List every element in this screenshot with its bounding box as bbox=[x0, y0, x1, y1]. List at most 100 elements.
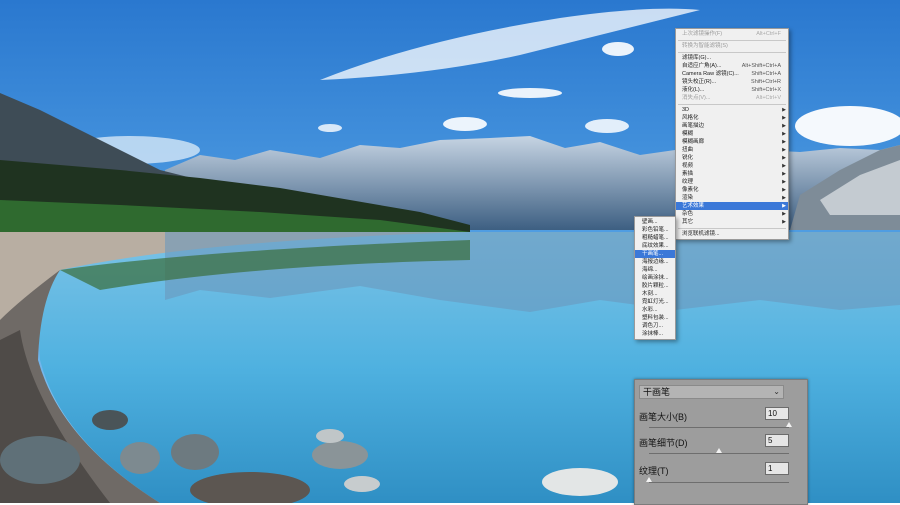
filter-menu-item-label: 渲染 bbox=[682, 195, 694, 201]
artistic-menu-item[interactable]: 彩色铅笔... bbox=[635, 226, 675, 234]
texture-label: 纹理(T) bbox=[639, 466, 669, 476]
artistic-menu-item[interactable]: 绘画涂抹... bbox=[635, 274, 675, 282]
filter-menu-item[interactable]: 镜头校正(R)... Shift+Ctrl+R bbox=[676, 78, 788, 86]
artistic-menu-item[interactable]: 海绵... bbox=[635, 266, 675, 274]
brush-size-slider[interactable] bbox=[649, 427, 789, 428]
artistic-menu-item[interactable]: 水彩... bbox=[635, 306, 675, 314]
artistic-menu-item[interactable]: 塑料包装... bbox=[635, 314, 675, 322]
artistic-menu-item-label: 干画笔... bbox=[642, 251, 664, 257]
brush-size-input[interactable]: 10 bbox=[765, 407, 789, 420]
filter-menu-item-label: 像素化 bbox=[682, 187, 699, 193]
filter-menu-item[interactable]: 艺术效果 ▶ bbox=[676, 202, 788, 210]
submenu-arrow-icon: ▶ bbox=[782, 171, 786, 177]
submenu-arrow-icon: ▶ bbox=[782, 179, 786, 185]
artistic-menu-item-label: 绘画涂抹... bbox=[642, 275, 669, 281]
submenu-arrow-icon: ▶ bbox=[782, 187, 786, 193]
texture-field: 纹理(T) 1 bbox=[635, 458, 807, 500]
brush-detail-input[interactable]: 5 bbox=[765, 434, 789, 447]
filter-menu-item[interactable]: 风格化 ▶ bbox=[676, 114, 788, 122]
filter-menu-item[interactable]: 素描 ▶ bbox=[676, 170, 788, 178]
filter-menu-item[interactable]: 视频 ▶ bbox=[676, 162, 788, 170]
filter-menu-item-shortcut: Alt+Ctrl+F bbox=[756, 31, 781, 37]
filter-menu-item-label: 自适应广角(A)... bbox=[682, 63, 722, 69]
filter-menu-item-shortcut: Alt+Shift+Ctrl+A bbox=[741, 63, 781, 69]
artistic-menu-item-label: 水彩... bbox=[642, 307, 658, 313]
menu-separator bbox=[678, 103, 786, 105]
artistic-menu-item[interactable]: 胶片颗粒... bbox=[635, 282, 675, 290]
filter-menu-item-shortcut: Shift+Ctrl+A bbox=[751, 71, 781, 77]
artistic-menu-item[interactable]: 粗糙蜡笔... bbox=[635, 234, 675, 242]
artistic-submenu: 壁画... 彩色铅笔... 粗糙蜡笔... 底纹效果... 干画笔... 海报边缘... 海… bbox=[634, 216, 676, 340]
artistic-menu-item[interactable]: 调色刀... bbox=[635, 322, 675, 330]
filter-menu: 上次滤镜操作(F) Alt+Ctrl+F 转换为智能滤镜(S) 滤镜库(G)... 自适… bbox=[675, 28, 789, 240]
filter-menu-item-label: 锐化 bbox=[682, 155, 694, 161]
brush-detail-label: 画笔细节(D) bbox=[639, 438, 688, 448]
artistic-menu-item-label: 底纹效果... bbox=[642, 243, 669, 249]
filter-menu-item-label: 上次滤镜操作(F) bbox=[682, 31, 723, 37]
brush-size-slider-thumb[interactable] bbox=[786, 422, 792, 427]
filter-select[interactable]: 干画笔 ⌄ bbox=[639, 385, 784, 399]
menu-separator bbox=[678, 227, 786, 229]
artistic-menu-item-label: 胶片颗粒... bbox=[642, 283, 669, 289]
filter-menu-item[interactable]: 浏览联机滤镜... bbox=[676, 230, 788, 238]
filter-menu-item[interactable]: 模糊 ▶ bbox=[676, 130, 788, 138]
artistic-menu-item[interactable]: 海报边缘... bbox=[635, 258, 675, 266]
artistic-menu-item-label: 木刻... bbox=[642, 291, 658, 297]
filter-menu-item-label: 画笔描边 bbox=[682, 123, 705, 129]
menu-separator bbox=[678, 51, 786, 53]
submenu-arrow-icon: ▶ bbox=[782, 219, 786, 225]
filter-menu-item[interactable]: 模糊画廊 ▶ bbox=[676, 138, 788, 146]
filter-menu-item-label: 模糊画廊 bbox=[682, 139, 705, 145]
artistic-menu-item-label: 海绵... bbox=[642, 267, 658, 273]
artistic-menu-item-label: 涂抹棒... bbox=[642, 331, 664, 337]
submenu-arrow-icon: ▶ bbox=[782, 131, 786, 137]
filter-menu-item-label: 滤镜库(G)... bbox=[682, 55, 712, 61]
artistic-menu-item[interactable]: 壁画... bbox=[635, 218, 675, 226]
filter-menu-item-label: 扭曲 bbox=[682, 147, 694, 153]
filter-menu-item[interactable]: 3D ▶ bbox=[676, 106, 788, 114]
filter-menu-item[interactable]: Camera Raw 滤镜(C)... Shift+Ctrl+A bbox=[676, 70, 788, 78]
filter-menu-item[interactable]: 像素化 ▶ bbox=[676, 186, 788, 194]
submenu-arrow-icon: ▶ bbox=[782, 107, 786, 113]
filter-menu-item-label: 视频 bbox=[682, 163, 694, 169]
brush-detail-slider[interactable] bbox=[649, 453, 789, 454]
menu-separator bbox=[678, 39, 786, 41]
filter-menu-item[interactable]: 液化(L)... Shift+Ctrl+X bbox=[676, 86, 788, 94]
filter-menu-item[interactable]: 扭曲 ▶ bbox=[676, 146, 788, 154]
filter-menu-item: 上次滤镜操作(F) Alt+Ctrl+F bbox=[676, 30, 788, 38]
filter-menu-item[interactable]: 杂色 ▶ bbox=[676, 210, 788, 218]
artistic-menu-item[interactable]: 涂抹棒... bbox=[635, 330, 675, 338]
artistic-menu-item-label: 霓虹灯光... bbox=[642, 299, 669, 305]
submenu-arrow-icon: ▶ bbox=[782, 139, 786, 145]
submenu-arrow-icon: ▶ bbox=[782, 155, 786, 161]
filter-menu-item-label: 3D bbox=[682, 107, 690, 113]
artistic-menu-item[interactable]: 木刻... bbox=[635, 290, 675, 298]
filter-menu-item[interactable]: 画笔描边 ▶ bbox=[676, 122, 788, 130]
texture-input[interactable]: 1 bbox=[765, 462, 789, 475]
filter-select-value: 干画笔 bbox=[643, 387, 671, 397]
filter-menu-item[interactable]: 纹理 ▶ bbox=[676, 178, 788, 186]
filter-menu-item-shortcut: Alt+Ctrl+V bbox=[755, 95, 781, 101]
filter-menu-item-shortcut: Shift+Ctrl+X bbox=[751, 87, 781, 93]
filter-menu-item[interactable]: 其它 ▶ bbox=[676, 218, 788, 226]
filter-menu-item[interactable]: 自适应广角(A)... Alt+Shift+Ctrl+A bbox=[676, 62, 788, 70]
texture-slider[interactable] bbox=[649, 482, 789, 483]
submenu-arrow-icon: ▶ bbox=[782, 211, 786, 217]
filter-menu-item[interactable]: 渲染 ▶ bbox=[676, 194, 788, 202]
filter-menu-item[interactable]: 滤镜库(G)... bbox=[676, 54, 788, 62]
artistic-menu-item[interactable]: 底纹效果... bbox=[635, 242, 675, 250]
artistic-menu-item-label: 粗糙蜡笔... bbox=[642, 235, 669, 241]
filter-menu-item-label: 纹理 bbox=[682, 179, 694, 185]
brush-detail-slider-thumb[interactable] bbox=[716, 448, 722, 453]
filter-menu-item-label: 浏览联机滤镜... bbox=[682, 231, 720, 237]
submenu-arrow-icon: ▶ bbox=[782, 123, 786, 129]
filter-menu-item: 转换为智能滤镜(S) bbox=[676, 42, 788, 50]
texture-slider-thumb[interactable] bbox=[646, 477, 652, 482]
artistic-menu-item[interactable]: 干画笔... bbox=[635, 250, 675, 258]
filter-menu-item-label: 模糊 bbox=[682, 131, 694, 137]
dry-brush-panel: 干画笔 ⌄ 画笔大小(B) 10 画笔细节(D) 5 纹理(T) 1 bbox=[634, 379, 808, 505]
artistic-menu-item[interactable]: 霓虹灯光... bbox=[635, 298, 675, 306]
filter-menu-item-label: 镜头校正(R)... bbox=[682, 79, 717, 85]
filter-menu-item-label: Camera Raw 滤镜(C)... bbox=[682, 71, 739, 77]
filter-menu-item[interactable]: 锐化 ▶ bbox=[676, 154, 788, 162]
